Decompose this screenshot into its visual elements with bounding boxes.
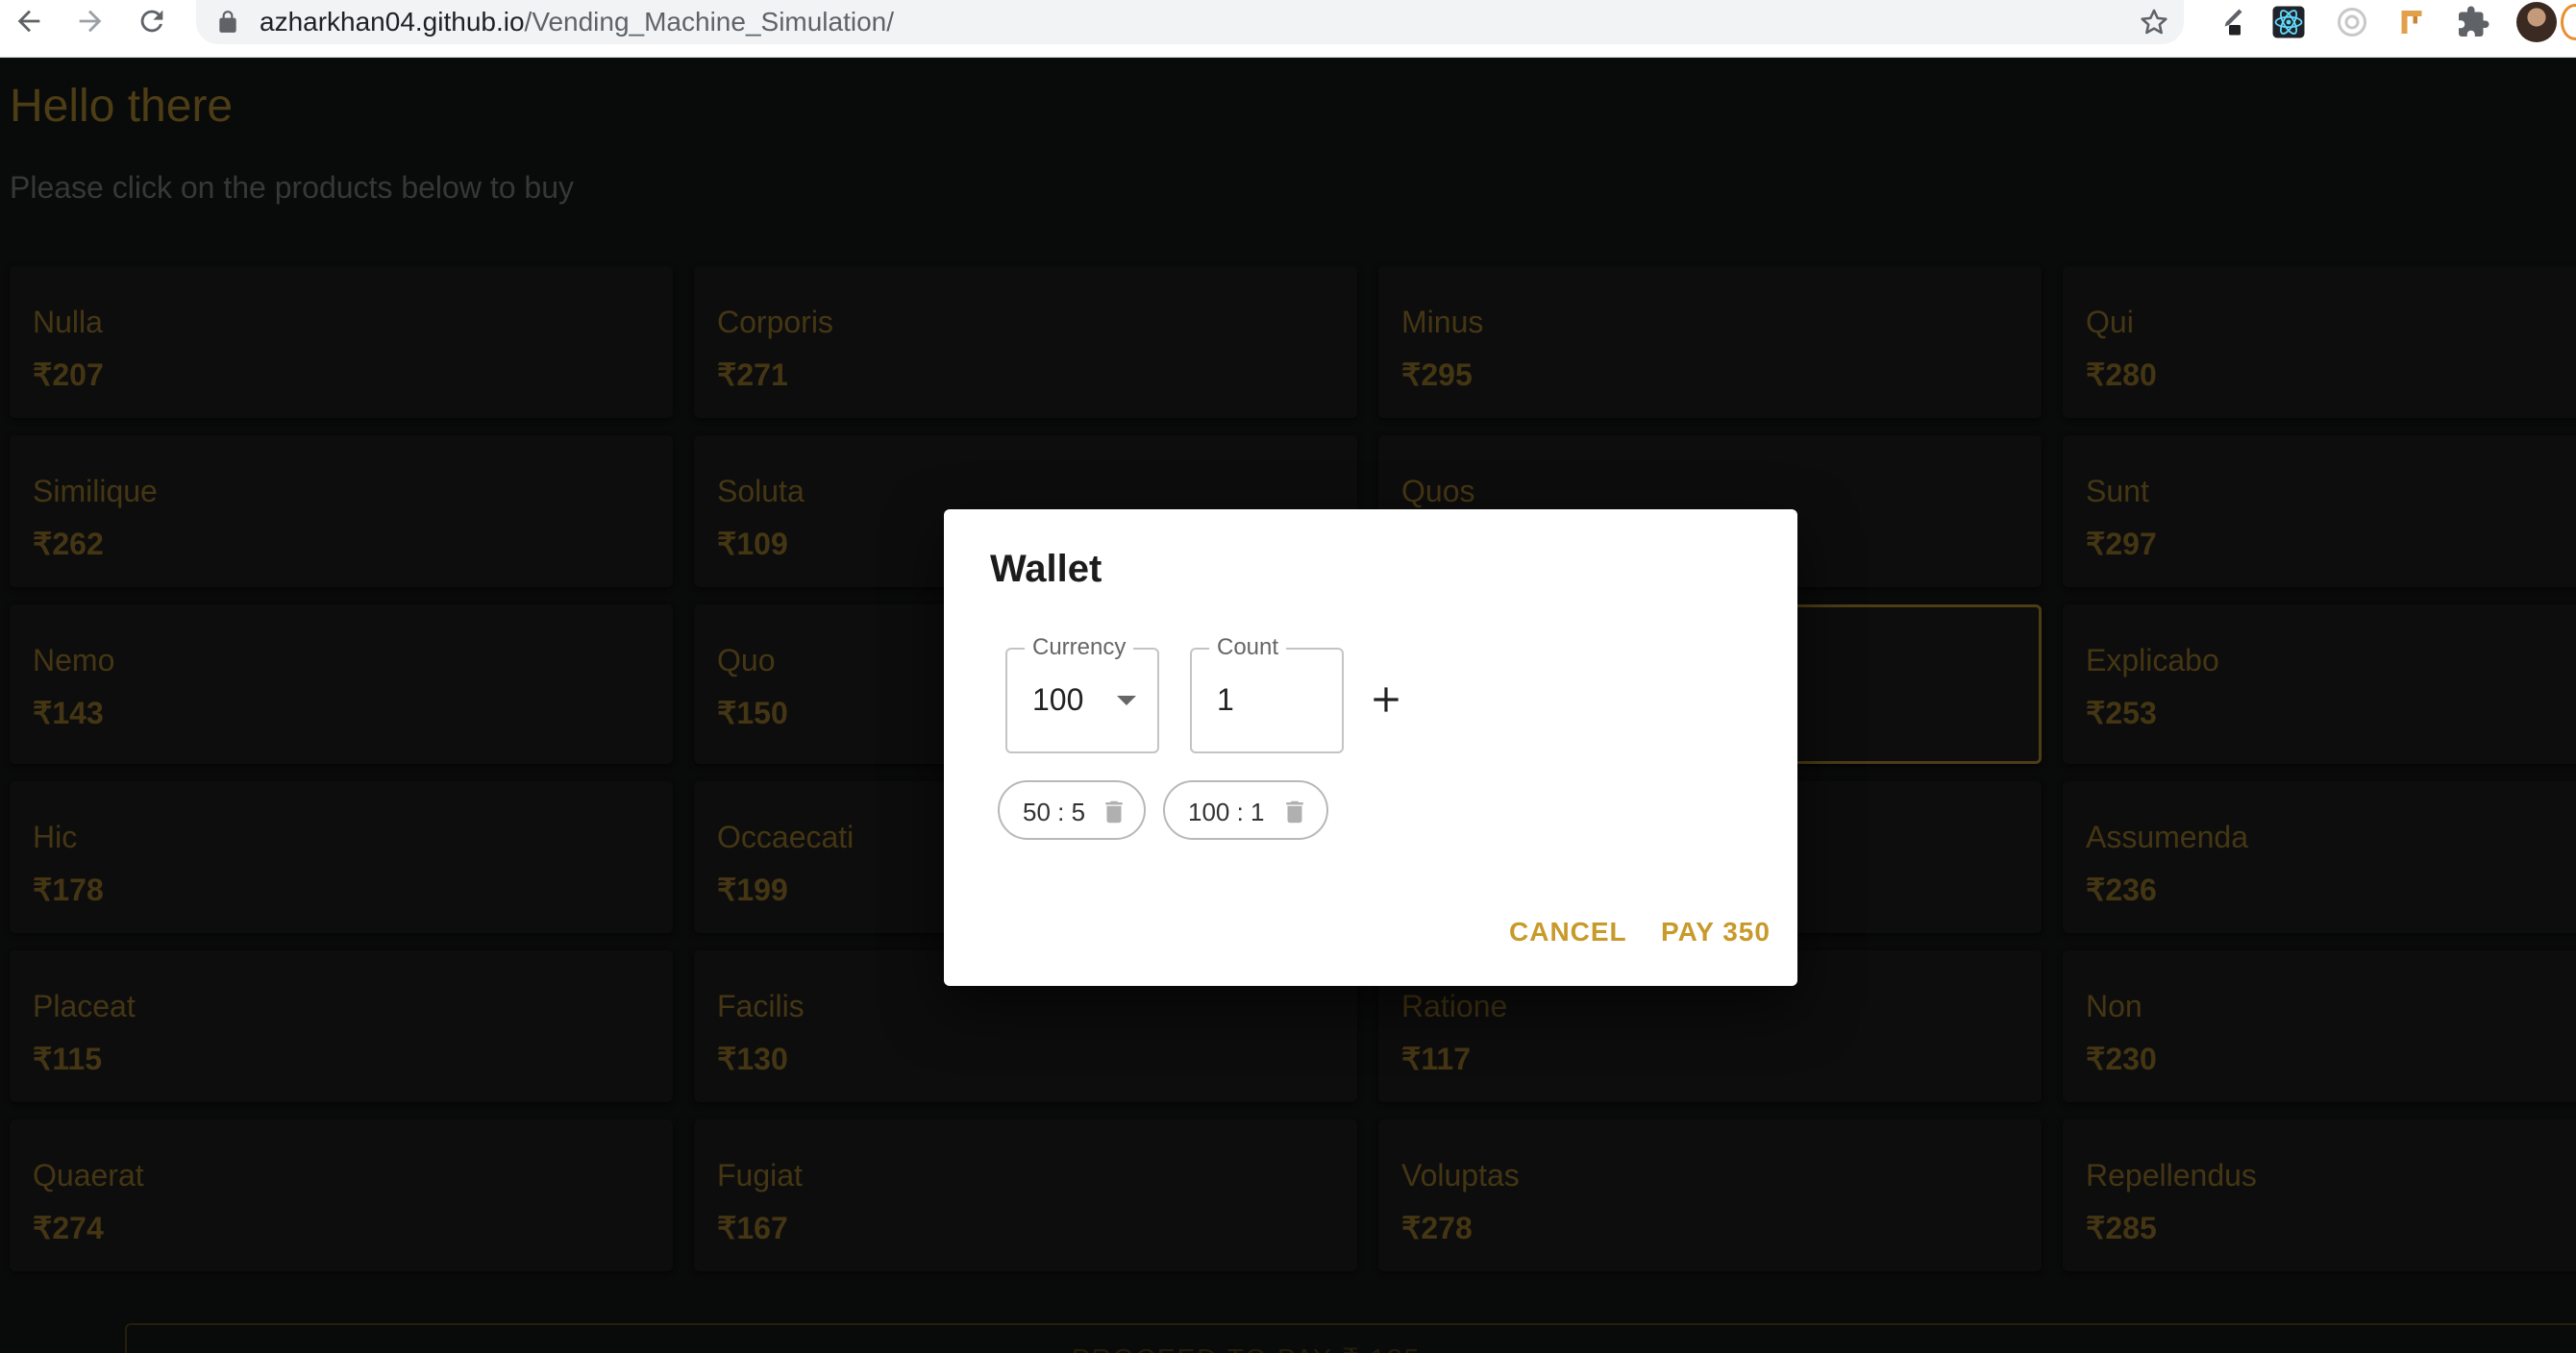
trash-icon[interactable] [1280, 796, 1309, 828]
dialog-title: Wallet [990, 548, 1102, 590]
wallet-chip-label: 50 : 5 [1023, 798, 1086, 826]
url-text: azharkhan04.github.io/Vending_Machine_Si… [260, 6, 894, 38]
count-input-label: Count [1209, 634, 1287, 661]
react-devtools-icon[interactable] [2270, 4, 2307, 40]
bookmark-star-icon[interactable] [2138, 6, 2170, 38]
plus-icon [1374, 687, 1399, 712]
currency-select[interactable]: Currency 100 [1005, 634, 1159, 753]
dropdown-arrow-icon [1117, 696, 1136, 705]
currency-select-label: Currency [1025, 634, 1134, 661]
back-button[interactable] [8, 0, 50, 42]
pay-button[interactable]: PAY 350 [1661, 917, 1771, 947]
count-input[interactable]: Count 1 [1190, 634, 1344, 753]
reload-button[interactable] [131, 0, 173, 42]
extensions-puzzle-icon[interactable] [2455, 4, 2491, 40]
wallet-chip[interactable]: 50 : 5 [998, 780, 1146, 840]
disabled-extension-icon[interactable] [2334, 4, 2370, 40]
browser-toolbar: azharkhan04.github.io/Vending_Machine_Si… [0, 0, 2576, 58]
wallet-dialog: Wallet Currency 100 Count 1 50 : 5 100 :… [944, 509, 1797, 986]
forward-arrow-icon [79, 10, 102, 33]
count-input-value: 1 [1217, 682, 1234, 717]
url-host: azharkhan04.github.io [260, 7, 525, 37]
forward-button[interactable] [69, 0, 111, 42]
cancel-button[interactable]: CANCEL [1509, 917, 1627, 947]
address-bar[interactable]: azharkhan04.github.io/Vending_Machine_Si… [196, 0, 2184, 44]
tools-extension-icon[interactable] [2393, 4, 2430, 40]
profile-avatar[interactable] [2516, 2, 2557, 42]
wallet-chip[interactable]: 100 : 1 [1163, 780, 1328, 840]
eyedropper-extension-icon[interactable] [2211, 4, 2247, 40]
add-currency-button[interactable] [1357, 671, 1415, 728]
reload-icon [140, 10, 163, 33]
wallet-chip-label: 100 : 1 [1188, 798, 1265, 826]
trash-icon[interactable] [1100, 796, 1128, 828]
update-indicator[interactable] [2561, 4, 2576, 40]
currency-select-value: 100 [1032, 682, 1084, 717]
url-path: /Vending_Machine_Simulation/ [524, 7, 895, 37]
lock-icon [219, 11, 236, 33]
back-arrow-icon [17, 10, 40, 33]
